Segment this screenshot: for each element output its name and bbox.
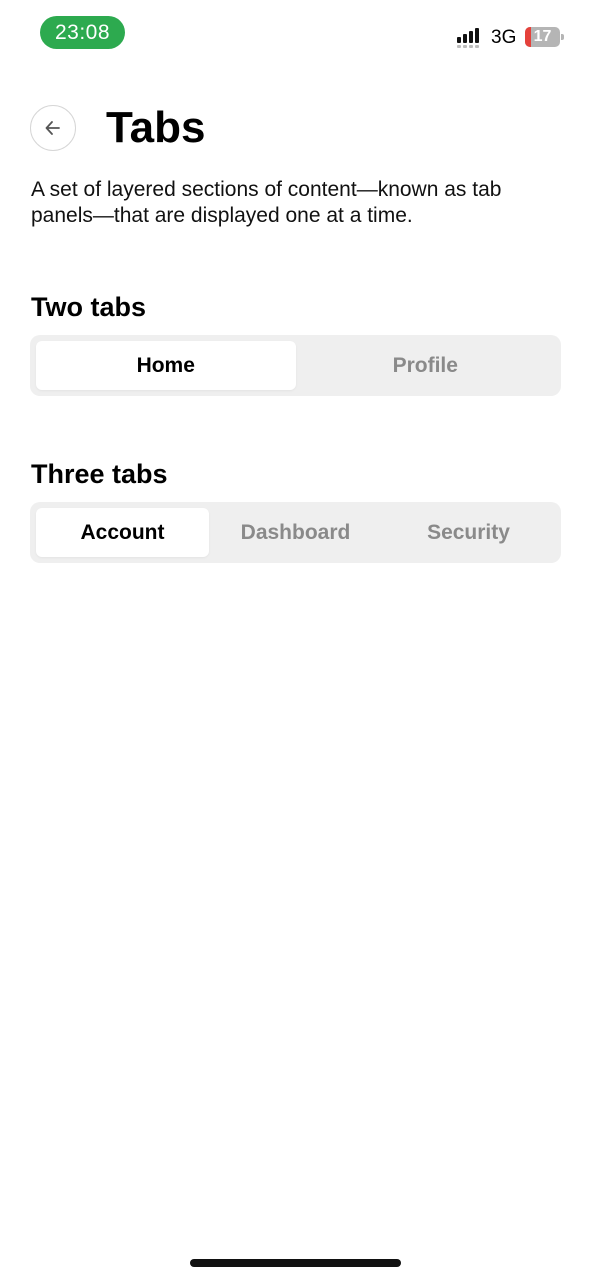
back-button[interactable]: [30, 105, 76, 151]
section-title-two-tabs: Two tabs: [31, 292, 147, 322]
status-bar: 23:08 3G 17: [0, 0, 591, 66]
battery-cap: [561, 34, 564, 40]
arrow-left-icon: [45, 121, 60, 135]
tab-account[interactable]: Account: [36, 508, 209, 557]
home-indicator: [190, 1259, 401, 1267]
network-type: 3G: [491, 27, 517, 48]
tab-profile[interactable]: Profile: [296, 341, 556, 390]
battery-icon: 17: [525, 27, 560, 47]
tab-dashboard[interactable]: Dashboard: [209, 508, 382, 557]
page-title: Tabs: [106, 103, 206, 152]
two-tabs-group: Home Profile: [30, 335, 561, 396]
cellular-signal-icon: [457, 28, 485, 48]
tab-home[interactable]: Home: [36, 341, 296, 390]
page-description: A set of layered sections of content—kno…: [31, 178, 502, 227]
three-tabs-group: Account Dashboard Security: [30, 502, 561, 563]
status-time: 23:08: [40, 16, 125, 49]
tab-security[interactable]: Security: [382, 508, 555, 557]
section-title-three-tabs: Three tabs: [31, 459, 168, 489]
battery-level: 17: [533, 28, 552, 45]
